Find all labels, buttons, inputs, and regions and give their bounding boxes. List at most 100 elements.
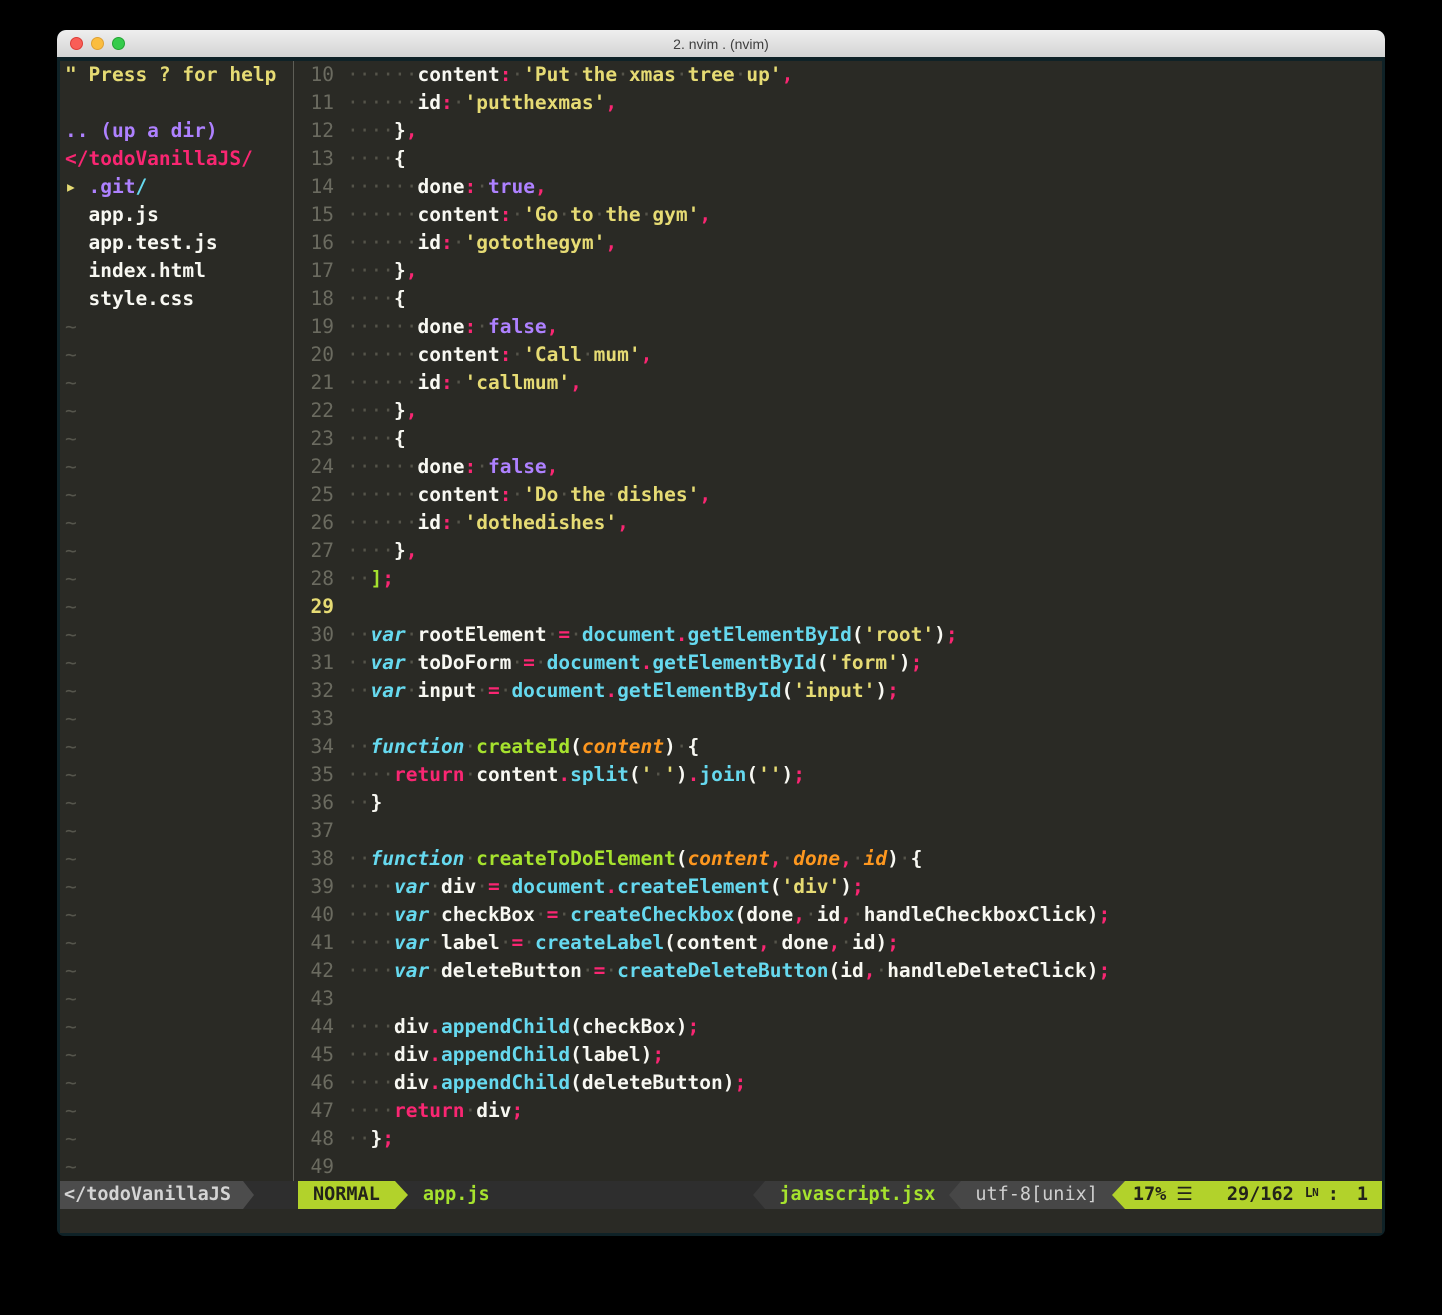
whitespace-dot: · bbox=[359, 1071, 371, 1094]
sidebar-item-index-html[interactable]: index.html bbox=[65, 257, 289, 285]
code-token: function bbox=[371, 847, 465, 870]
code-line-49[interactable]: 49 bbox=[298, 1153, 1382, 1181]
sidebar-token: ▸ bbox=[65, 175, 88, 198]
code-token: handleCheckboxClick bbox=[864, 903, 1087, 926]
code-line-11[interactable]: 11······id:·'putthexmas', bbox=[298, 89, 1382, 117]
whitespace-dot: · bbox=[735, 63, 747, 86]
minimize-button[interactable] bbox=[91, 37, 104, 50]
code-line-40[interactable]: 40····var·checkBox·=·createCheckbox(done… bbox=[298, 901, 1382, 929]
code-line-38[interactable]: 38··function·createToDoElement(content,·… bbox=[298, 845, 1382, 873]
whitespace-dot: · bbox=[382, 931, 394, 954]
code-token: var bbox=[371, 623, 406, 646]
code-token: : bbox=[441, 231, 453, 254]
code-token: split bbox=[570, 763, 629, 786]
whitespace-dot: · bbox=[359, 119, 371, 142]
code-line-32[interactable]: 32··var·input·=·document.getElementById(… bbox=[298, 677, 1382, 705]
code-line-17[interactable]: 17····}, bbox=[298, 257, 1382, 285]
code-line-23[interactable]: 23····{ bbox=[298, 425, 1382, 453]
code-line-29[interactable]: 29 bbox=[298, 593, 1382, 621]
code-line-22[interactable]: 22····}, bbox=[298, 397, 1382, 425]
whitespace-dot: · bbox=[382, 315, 394, 338]
code-token: , bbox=[699, 483, 711, 506]
code-line-41[interactable]: 41····var·label·=·createLabel(content,·d… bbox=[298, 929, 1382, 957]
code-line-45[interactable]: 45····div.appendChild(label); bbox=[298, 1041, 1382, 1069]
code-line-21[interactable]: 21······id:·'callmum', bbox=[298, 369, 1382, 397]
command-line[interactable] bbox=[60, 1209, 1382, 1233]
code-line-15[interactable]: 15······content:·'Go·to·the·gym', bbox=[298, 201, 1382, 229]
code-line-24[interactable]: 24······done:·false, bbox=[298, 453, 1382, 481]
code-line-12[interactable]: 12····}, bbox=[298, 117, 1382, 145]
whitespace-dot: · bbox=[464, 847, 476, 870]
code-line-42[interactable]: 42····var·deleteButton·=·createDeleteBut… bbox=[298, 957, 1382, 985]
title-bar[interactable]: 2. nvim . (nvim) bbox=[57, 30, 1385, 57]
whitespace-dot: · bbox=[347, 119, 359, 142]
code-line-35[interactable]: 35····return·content.split('·').join('')… bbox=[298, 761, 1382, 789]
code-line-19[interactable]: 19······done:·false, bbox=[298, 313, 1382, 341]
whitespace-dot: · bbox=[406, 63, 418, 86]
sidebar-item-app-test-js[interactable]: app.test.js bbox=[65, 229, 289, 257]
line-number: 17 bbox=[298, 257, 334, 285]
separator-arrow-icon bbox=[949, 1181, 961, 1209]
zoom-button[interactable] bbox=[112, 37, 125, 50]
code-token: label bbox=[441, 931, 500, 954]
whitespace-dot: · bbox=[382, 91, 394, 114]
code-token: rootElement bbox=[417, 623, 546, 646]
code-line-25[interactable]: 25······content:·'Do·the·dishes', bbox=[298, 481, 1382, 509]
code-line-44[interactable]: 44····div.appendChild(checkBox); bbox=[298, 1013, 1382, 1041]
code-token: . bbox=[605, 875, 617, 898]
whitespace-dot: · bbox=[406, 175, 418, 198]
whitespace-dot: · bbox=[359, 259, 371, 282]
code-line-33[interactable]: 33 bbox=[298, 705, 1382, 733]
whitespace-dot: · bbox=[617, 63, 629, 86]
whitespace-dot: · bbox=[382, 343, 394, 366]
code-line-34[interactable]: 34··function·createId(content)·{ bbox=[298, 733, 1382, 761]
code-line-28[interactable]: 28··]; bbox=[298, 565, 1382, 593]
code-line-26[interactable]: 26······id:·'dothedishes', bbox=[298, 509, 1382, 537]
terminal-window: 2. nvim . (nvim) " Press ? for help .. (u… bbox=[57, 30, 1385, 1236]
line-number: 13 bbox=[298, 145, 334, 173]
code-token: appendChild bbox=[441, 1071, 570, 1094]
empty-line-tilde: ~ bbox=[65, 537, 289, 565]
code-line-31[interactable]: 31··var·toDoForm·=·document.getElementBy… bbox=[298, 649, 1382, 677]
code-line-30[interactable]: 30··var·rootElement·=·document.getElemen… bbox=[298, 621, 1382, 649]
code-line-27[interactable]: 27····}, bbox=[298, 537, 1382, 565]
code-line-16[interactable]: 16······id:·'gotothegym', bbox=[298, 229, 1382, 257]
code-line-36[interactable]: 36··} bbox=[298, 789, 1382, 817]
code-line-18[interactable]: 18····{ bbox=[298, 285, 1382, 313]
close-button[interactable] bbox=[70, 37, 83, 50]
code-token: ; bbox=[1099, 903, 1111, 926]
code-line-10[interactable]: 10······content:·'Put·the·xmas·tree·up', bbox=[298, 61, 1382, 89]
code-line-14[interactable]: 14······done:·true, bbox=[298, 173, 1382, 201]
code-line-43[interactable]: 43 bbox=[298, 985, 1382, 1013]
code-line-47[interactable]: 47····return·div; bbox=[298, 1097, 1382, 1125]
whitespace-dot: · bbox=[394, 91, 406, 114]
code-line-39[interactable]: 39····var·div·=·document.createElement('… bbox=[298, 873, 1382, 901]
line-number: 21 bbox=[298, 369, 334, 397]
netrw-up-dir[interactable]: .. (up a dir) bbox=[65, 117, 289, 145]
code-token: ( bbox=[676, 847, 688, 870]
window-split-divider[interactable] bbox=[289, 61, 298, 1181]
whitespace-dot: · bbox=[347, 231, 359, 254]
sidebar-item-git-dir[interactable]: ▸ .git/ bbox=[65, 173, 289, 201]
sidebar-item-app-js[interactable]: app.js bbox=[65, 201, 289, 229]
sidebar-item-style-css[interactable]: style.css bbox=[65, 285, 289, 313]
code-line-48[interactable]: 48··}; bbox=[298, 1125, 1382, 1153]
whitespace-dot: · bbox=[347, 483, 359, 506]
code-line-20[interactable]: 20······content:·'Call·mum', bbox=[298, 341, 1382, 369]
code-token: createLabel bbox=[535, 931, 664, 954]
code-editor[interactable]: 10······content:·'Put·the·xmas·tree·up',… bbox=[298, 61, 1382, 1181]
code-token: ( bbox=[664, 931, 676, 954]
code-line-46[interactable]: 46····div.appendChild(deleteButton); bbox=[298, 1069, 1382, 1097]
line-number: 10 bbox=[298, 61, 334, 89]
code-token: } bbox=[394, 539, 406, 562]
code-line-13[interactable]: 13····{ bbox=[298, 145, 1382, 173]
code-token: : bbox=[441, 371, 453, 394]
whitespace-dot: · bbox=[382, 483, 394, 506]
file-explorer[interactable]: " Press ? for help.. (up a dir)</todoVan… bbox=[60, 61, 289, 1181]
code-token: return bbox=[394, 1099, 464, 1122]
code-line-37[interactable]: 37 bbox=[298, 817, 1382, 845]
code-token: content bbox=[418, 203, 500, 226]
sidebar-token: " Press ? for help bbox=[65, 63, 276, 86]
whitespace-dot: · bbox=[429, 903, 441, 926]
code-token: . bbox=[429, 1015, 441, 1038]
